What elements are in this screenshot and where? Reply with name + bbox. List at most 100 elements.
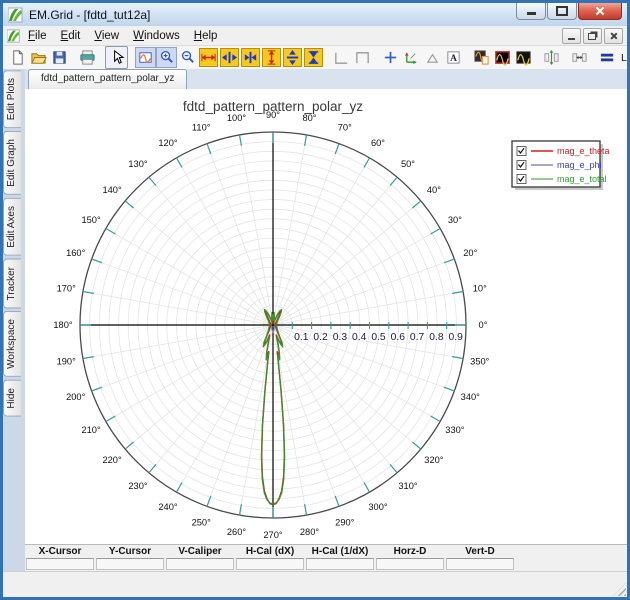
readout-col-h-cal-dx-: H-Cal (dX) <box>235 545 305 570</box>
menu-windows[interactable]: Windows <box>126 28 187 44</box>
fit-vertical-icon <box>544 49 559 66</box>
readout-value <box>96 558 164 570</box>
svg-text:350°: 350° <box>470 357 490 367</box>
layout-icon <box>600 53 614 62</box>
svg-text:300°: 300° <box>368 502 388 512</box>
add-text-icon: A <box>447 51 460 64</box>
menu-file[interactable]: File <box>21 28 54 44</box>
zoom-in-button[interactable] <box>156 47 177 68</box>
add-text-button[interactable]: A <box>443 47 464 68</box>
mdi-minimize-icon <box>568 37 575 40</box>
frame-corner-button[interactable] <box>331 47 352 68</box>
layout-icon[interactable] <box>597 47 618 68</box>
sidebar: Edit Plots Edit Graph Edit Axes Tracker Work… <box>3 69 25 572</box>
readout-col-v-caliper: V-Caliper <box>165 545 235 570</box>
sidebar-tab-edit-axes[interactable]: Edit Axes <box>3 198 21 256</box>
svg-text:110°: 110° <box>192 123 211 133</box>
sidebar-tab-workspace[interactable]: Workspace <box>3 311 21 378</box>
svg-text:120°: 120° <box>158 138 178 148</box>
document-icon <box>7 28 21 43</box>
layout-button[interactable]: Layout <box>597 47 627 68</box>
svg-text:180°: 180° <box>53 320 73 330</box>
svg-text:190°: 190° <box>57 357 77 367</box>
menu-help[interactable]: Help <box>187 28 225 44</box>
polar-plot[interactable]: 0°10°20°30°40°50°60°70°80°90°100°110°120… <box>25 89 630 551</box>
document-tab[interactable]: fdtd_pattern_pattern_polar_yz <box>28 69 188 89</box>
svg-text:0.7: 0.7 <box>410 332 425 343</box>
svg-text:280°: 280° <box>300 527 320 537</box>
window-title: EM.Grid - [fdtd_tut12a] <box>29 7 151 22</box>
maximize-button[interactable] <box>547 3 577 20</box>
show-axes-button[interactable] <box>401 47 422 68</box>
new-file-button[interactable] <box>7 47 28 68</box>
svg-text:0.1: 0.1 <box>294 332 309 343</box>
readout-header: V-Caliper <box>178 546 222 557</box>
svg-text:A: A <box>450 54 457 64</box>
frame-box-button[interactable] <box>352 47 373 68</box>
readout-header: Horz-D <box>393 546 427 557</box>
h-full-scale-icon <box>201 53 216 62</box>
window-controls <box>516 3 622 20</box>
close-button[interactable] <box>578 3 622 20</box>
mdi-minimize-button[interactable] <box>562 28 581 44</box>
marker-triangle-button[interactable] <box>422 47 443 68</box>
svg-text:100°: 100° <box>227 113 247 123</box>
svg-text:240°: 240° <box>158 502 178 512</box>
mdi-close-button[interactable] <box>604 28 623 44</box>
fit-horizontal-button[interactable] <box>569 47 590 68</box>
frame-corner-icon <box>335 52 348 64</box>
menu-view[interactable]: View <box>87 28 126 44</box>
readout-value <box>236 558 304 570</box>
dark-plot-style-icon <box>495 51 510 66</box>
fit-vertical-button[interactable] <box>541 47 562 68</box>
svg-text:0.9: 0.9 <box>449 332 464 343</box>
plot-properties-button[interactable] <box>471 47 492 68</box>
print-button[interactable] <box>77 47 98 68</box>
chart-canvas[interactable]: 0° 10° 20° 30° 40° 50° 60° 70° 80° 90° 100° 110° 120… <box>25 89 627 551</box>
pan-view-button[interactable] <box>135 47 156 68</box>
h-compress-button[interactable] <box>241 48 260 67</box>
svg-text:230°: 230° <box>128 481 148 491</box>
minimize-button[interactable] <box>516 3 546 20</box>
svg-text:220°: 220° <box>102 455 122 465</box>
sidebar-tab-hide[interactable]: Hide <box>3 380 21 417</box>
readout-col-y-cursor: Y-Cursor <box>95 545 165 570</box>
readout-bar: X-Cursor Y-Cursor V-Caliper H-Cal (dX) H-Cal… <box>25 544 627 572</box>
zoom-out-button[interactable] <box>177 47 198 68</box>
legend-label-mag_e_total: mag_e_total <box>557 174 607 184</box>
resize-grip[interactable] <box>613 583 626 596</box>
v-compress-icon <box>308 51 319 64</box>
v-expand-icon <box>286 49 299 66</box>
readout-table: X-Cursor Y-Cursor V-Caliper H-Cal (dX) H-Cal… <box>25 545 519 570</box>
dark-plot-style-button[interactable] <box>492 47 513 68</box>
svg-text:0.2: 0.2 <box>313 332 328 343</box>
svg-text:80°: 80° <box>302 113 316 123</box>
sidebar-tab-edit-graph[interactable]: Edit Graph <box>3 131 21 196</box>
readout-col-horz-d: Horz-D <box>375 545 445 570</box>
menu-edit[interactable]: Edit <box>54 28 88 44</box>
sidebar-tab-edit-plots[interactable]: Edit Plots <box>3 70 21 129</box>
crosshair-button[interactable] <box>380 47 401 68</box>
sidebar-tab-tracker[interactable]: Tracker <box>3 258 21 309</box>
mdi-controls <box>562 28 623 44</box>
svg-text:40°: 40° <box>427 185 441 195</box>
status-bar <box>3 571 627 597</box>
save-file-button[interactable] <box>49 47 70 68</box>
legend-label-mag_e_theta: mag_e_theta <box>557 146 610 156</box>
open-file-button[interactable] <box>28 47 49 68</box>
mdi-restore-button[interactable] <box>583 28 602 44</box>
title-bar[interactable]: EM.Grid - [fdtd_tut12a] <box>3 3 627 26</box>
h-full-scale-button[interactable] <box>199 48 218 67</box>
v-expand-button[interactable] <box>283 48 302 67</box>
chart-title: fdtd_pattern_pattern_polar_yz <box>183 99 363 114</box>
h-expand-button[interactable] <box>220 48 239 67</box>
crosshair-icon <box>384 51 397 64</box>
readout-header: H-Cal (dX) <box>245 546 295 557</box>
v-compress-button[interactable] <box>304 48 323 67</box>
v-full-scale-button[interactable] <box>262 48 281 67</box>
select-tool-button[interactable] <box>105 46 128 69</box>
v-full-scale-icon <box>267 50 276 65</box>
svg-text:200°: 200° <box>66 392 86 402</box>
yellow-plot-style-button[interactable] <box>513 47 534 68</box>
readout-value <box>306 558 374 570</box>
